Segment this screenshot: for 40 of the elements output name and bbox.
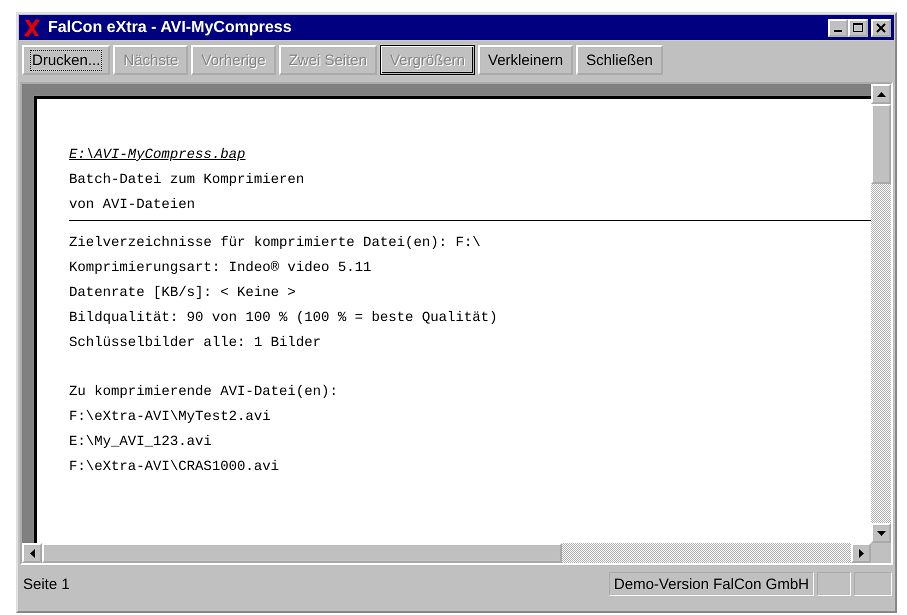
toolbar-button[interactable]: Schließen <box>576 45 663 75</box>
maximize-button[interactable] <box>848 18 868 36</box>
files-heading: Zu komprimierende AVI-Datei(en): <box>69 383 339 402</box>
scroll-up-button[interactable] <box>871 84 891 104</box>
file-path: F:\eXtra-AVI\CRAS1000.avi <box>69 458 280 477</box>
file-name: E:\AVI-MyCompress.bap <box>69 146 246 165</box>
scroll-thumb[interactable] <box>42 543 562 563</box>
window-title: FalCon eXtra - AVI-MyCompress <box>48 18 293 36</box>
status-pane <box>817 572 851 596</box>
right-arrow-icon <box>858 548 864 558</box>
resize-grip[interactable] <box>854 572 892 596</box>
file-path: E:\My_AVI_123.avi <box>69 433 213 452</box>
scroll-down-button[interactable] <box>871 523 891 543</box>
status-text: Demo-Version FalCon GmbH <box>608 572 814 596</box>
scroll-right-button[interactable] <box>851 543 871 563</box>
setting-line: Komprimierungsart: Indeo® video 5.11 <box>69 259 372 278</box>
toolbar-button[interactable]: Verkleinern <box>478 45 574 75</box>
scrollbar-corner <box>871 543 891 563</box>
setting-line: Schlüsselbilder alle: 1 Bilder <box>69 334 322 353</box>
scroll-thumb[interactable] <box>871 104 891 184</box>
minimize-icon <box>834 30 842 32</box>
setting-line: Datenrate [KB/s]: < Keine > <box>69 284 297 303</box>
down-arrow-icon <box>876 530 886 536</box>
setting-line: Bildqualität: 90 von 100 % (100 % = beste Qualität) <box>69 309 498 328</box>
close-icon <box>876 22 886 32</box>
close-button[interactable] <box>871 18 891 36</box>
horizontal-scrollbar[interactable] <box>22 543 871 563</box>
header-line: von AVI-Dateien <box>69 196 196 215</box>
toolbar-button[interactable]: Drucken... <box>22 45 110 75</box>
header-line: Batch-Datei zum Komprimieren <box>69 171 306 190</box>
maximize-icon <box>853 22 863 32</box>
x-logo-icon <box>22 18 42 38</box>
file-path: F:\eXtra-AVI\MyTest2.avi <box>69 408 272 427</box>
setting-line: Zielverzeichnisse für komprimierte Datei(en): F:\ <box>69 234 482 253</box>
minimize-button[interactable] <box>828 18 848 36</box>
left-arrow-icon <box>30 548 34 558</box>
vertical-scrollbar[interactable] <box>871 84 891 543</box>
up-arrow-icon <box>876 92 886 96</box>
page-number: Seite 1 <box>22 576 71 592</box>
scroll-left-button[interactable] <box>22 543 42 563</box>
